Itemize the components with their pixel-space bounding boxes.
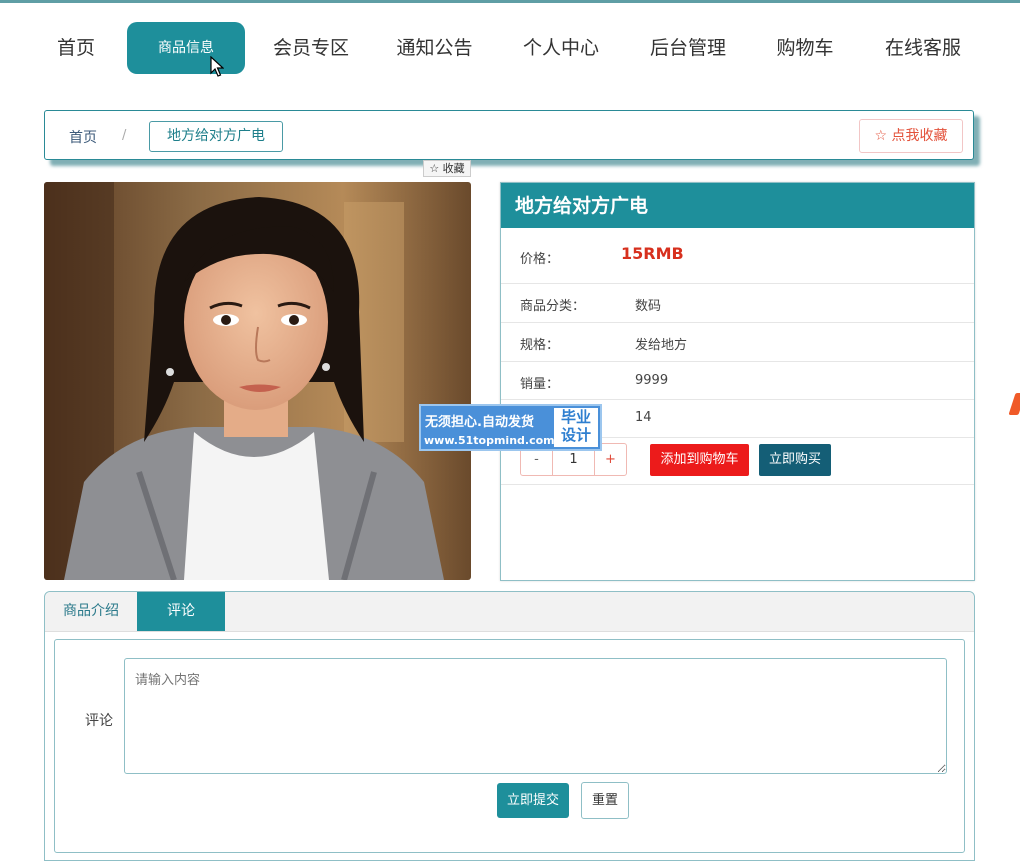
submit-button[interactable]: 立即提交: [497, 783, 569, 818]
mini-favorite-button[interactable]: ☆ 收藏: [423, 160, 471, 177]
nav-cart[interactable]: 购物车: [776, 22, 834, 74]
tab-header: 商品介绍 评论: [45, 592, 974, 632]
buy-now-button[interactable]: 立即购买: [759, 444, 831, 476]
reset-button[interactable]: 重置: [581, 782, 629, 819]
comment-form: 评论 立即提交 重置: [54, 639, 965, 853]
category-value: 数码: [635, 299, 662, 314]
breadcrumb: 首页 / 地方给对方广电 ☆ 点我收藏: [44, 110, 974, 160]
nav-profile[interactable]: 个人中心: [522, 22, 600, 74]
breadcrumb-current: 地方给对方广电: [149, 121, 283, 152]
stock-value: 14: [635, 410, 652, 425]
nav-notices[interactable]: 通知公告: [396, 22, 473, 74]
sales-value: 9999: [635, 373, 669, 388]
favorite-button[interactable]: ☆ 点我收藏: [859, 119, 963, 153]
product-tabs: 商品介绍 评论 评论 立即提交 重置: [44, 591, 975, 861]
nav-products[interactable]: 商品信息: [127, 22, 245, 74]
nav-support[interactable]: 在线客服: [884, 22, 962, 74]
spec-value: 发给地方: [635, 338, 688, 353]
watermark-text: 无须担心.自动发货: [425, 415, 534, 430]
nav-admin[interactable]: 后台管理: [649, 22, 727, 74]
watermark-tag: 毕业 设计: [554, 408, 598, 447]
tab-intro[interactable]: 商品介绍: [45, 592, 137, 631]
breadcrumb-home[interactable]: 首页: [69, 127, 97, 147]
watermark-tag-line2: 设计: [560, 426, 591, 444]
edge-decoration: [1008, 393, 1020, 415]
product-detail-panel: 地方给对方广电 价格： 15RMB 商品分类： 数码 规格： 发给地方 销量： …: [500, 182, 975, 581]
price-row: 价格： 15RMB: [501, 228, 974, 284]
sales-row: 销量： 9999: [501, 361, 974, 400]
watermark-url: www.51topmind.com: [424, 434, 555, 447]
add-to-cart-button[interactable]: 添加到购物车: [650, 444, 749, 476]
tab-comment[interactable]: 评论: [137, 592, 225, 631]
nav-members[interactable]: 会员专区: [273, 22, 349, 74]
breadcrumb-separator: /: [122, 128, 127, 143]
sales-label: 销量：: [520, 377, 560, 392]
product-image: [44, 182, 471, 580]
top-border: [0, 0, 1020, 3]
watermark-tag-line1: 毕业: [560, 408, 591, 426]
watermark-badge: 无须担心.自动发货 www.51topmind.com 毕业 设计: [419, 404, 602, 451]
spec-label: 规格：: [520, 338, 560, 353]
price-label: 价格：: [520, 252, 560, 267]
comment-input[interactable]: [124, 658, 947, 774]
category-label: 商品分类：: [520, 299, 586, 314]
product-title: 地方给对方广电: [501, 183, 974, 228]
category-row: 商品分类： 数码: [501, 283, 974, 323]
comment-label: 评论: [85, 713, 113, 729]
nav-home[interactable]: 首页: [56, 22, 96, 74]
mouse-cursor-icon: [210, 56, 224, 77]
main-nav: 首页 商品信息 会员专区 通知公告 个人中心 后台管理 购物车 在线客服: [0, 22, 1020, 74]
spec-row: 规格： 发给地方: [501, 322, 974, 362]
price-value: 15RMB: [621, 244, 684, 263]
